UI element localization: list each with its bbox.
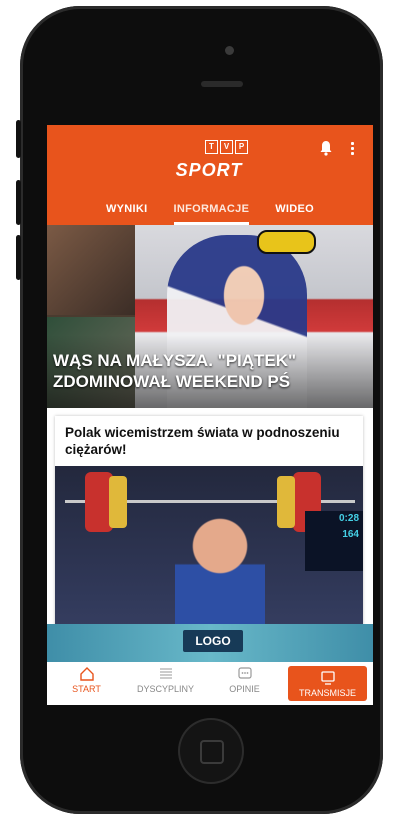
team-photo <box>47 225 135 315</box>
section-tabs: WYNIKI INFORMACJE WIDEO <box>47 197 373 225</box>
nav-item-transmisje[interactable]: TRANSMISJE <box>288 666 367 701</box>
home-button <box>178 718 244 784</box>
chat-bubble-icon <box>237 667 252 679</box>
app-screen: T V P SPORT WYNIKI INFORMACJE WIDEO WĄS … <box>47 125 373 705</box>
nav-item-opinie[interactable]: OPINIE <box>205 662 284 705</box>
ad-logo: LOGO <box>183 630 243 652</box>
nav-label: DYSCYPLINY <box>136 684 195 694</box>
nav-label: OPINIE <box>229 684 260 694</box>
nav-item-start[interactable]: START <box>47 662 126 705</box>
list-icon <box>159 668 172 679</box>
brand-title: SPORT <box>175 160 243 180</box>
nav-label: START <box>72 684 101 694</box>
nav-item-dyscypliny[interactable]: DYSCYPLINY <box>126 662 205 705</box>
volume-down-button <box>16 235 21 280</box>
front-camera <box>225 46 234 55</box>
kebab-menu-icon[interactable] <box>351 142 355 156</box>
logo-letter: T <box>205 140 218 154</box>
mute-switch <box>16 120 21 158</box>
tab-wideo[interactable]: WIDEO <box>275 197 314 225</box>
hero-headline: WĄS NA MAŁYSZA. "PIĄTEK" ZDOMINOWAŁ WEEK… <box>53 351 297 391</box>
scoreboard-line: 164 <box>342 529 359 540</box>
scoreboard-line: 0:28 <box>338 513 359 524</box>
logo-letter: V <box>220 140 233 154</box>
tvp-logo: T V P <box>205 140 248 154</box>
article-headline: Polak wicemistrzem świata w podnoszeniu … <box>65 425 340 457</box>
scoreboard: 0:28 164 <box>305 511 363 571</box>
earpiece-speaker <box>201 81 243 87</box>
bell-icon[interactable] <box>319 140 333 156</box>
monitor-icon <box>320 671 335 685</box>
hero-article[interactable]: WĄS NA MAŁYSZA. "PIĄTEK" ZDOMINOWAŁ WEEK… <box>47 225 373 408</box>
home-icon <box>79 667 94 681</box>
volume-up-button <box>16 180 21 225</box>
plate-left-yellow <box>109 476 127 528</box>
plate-right-yellow <box>277 476 295 528</box>
ad-banner[interactable]: LOGO <box>47 624 373 662</box>
bottom-navigation: START DYSCYPLINY OPINIE TRANSMISJE <box>47 662 373 705</box>
nav-label: TRANSMISJE <box>298 688 356 698</box>
goggles-shape <box>257 230 316 254</box>
tab-wyniki[interactable]: WYNIKI <box>106 197 148 225</box>
logo-letter: P <box>235 140 248 154</box>
tab-informacje[interactable]: INFORMACJE <box>173 197 250 225</box>
app-header: T V P SPORT WYNIKI INFORMACJE WIDEO <box>47 125 373 225</box>
